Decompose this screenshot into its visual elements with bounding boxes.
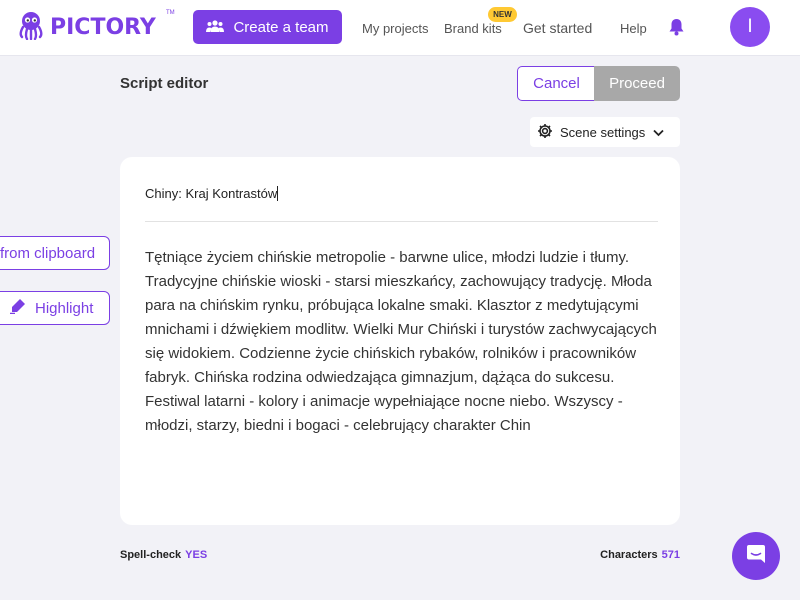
- character-count: Characters 571: [600, 549, 680, 561]
- highlighter-icon: [9, 298, 35, 318]
- pictory-logo[interactable]: PICTORY TM: [16, 10, 175, 45]
- create-team-button[interactable]: Create a team: [193, 10, 342, 44]
- scene-settings-dropdown[interactable]: Scene settings: [530, 117, 680, 147]
- highlight-label: Highlight: [35, 299, 94, 317]
- proceed-button[interactable]: Proceed: [594, 66, 680, 101]
- characters-value: 571: [661, 549, 680, 561]
- team-icon: [206, 19, 233, 36]
- bell-icon[interactable]: [668, 18, 685, 41]
- spellcheck-status: Spell-check YES: [120, 549, 207, 561]
- logo-text: PICTORY: [50, 14, 156, 40]
- paste-from-clipboard-button[interactable]: from clipboard: [0, 236, 110, 270]
- spellcheck-toggle[interactable]: YES: [185, 549, 207, 561]
- create-team-label: Create a team: [233, 18, 329, 36]
- page-title: Script editor: [120, 75, 209, 92]
- script-body-textarea[interactable]: Tętniące życiem chińskie metropolie - ba…: [145, 246, 665, 438]
- nav-help[interactable]: Help: [620, 21, 647, 36]
- new-badge: NEW: [488, 7, 517, 22]
- user-avatar[interactable]: I: [730, 7, 770, 47]
- scene-settings-label: Scene settings: [560, 124, 646, 140]
- characters-label: Characters: [600, 549, 658, 561]
- logo-trademark: TM: [166, 10, 175, 16]
- nav-brand-kits[interactable]: Brand kits: [444, 21, 502, 36]
- top-nav: PICTORY TM Create a team My projects Bra…: [0, 0, 800, 56]
- chevron-down-icon: [653, 125, 664, 140]
- chat-button[interactable]: [732, 532, 780, 580]
- gear-icon: [537, 123, 553, 142]
- script-title-input[interactable]: Chiny: Kraj Kontrastów: [145, 186, 279, 201]
- chat-icon: [745, 543, 767, 570]
- divider: [145, 221, 658, 222]
- script-editor-card: Chiny: Kraj Kontrastów Tętniące życiem c…: [120, 157, 680, 525]
- cancel-button[interactable]: Cancel: [517, 66, 595, 101]
- spellcheck-label: Spell-check: [120, 549, 182, 561]
- script-title-text: Chiny: Kraj Kontrastów: [145, 186, 278, 201]
- octopus-logo-icon: [16, 10, 46, 45]
- text-cursor: [277, 186, 279, 201]
- nav-get-started[interactable]: Get started: [523, 20, 592, 36]
- clipboard-label: from clipboard: [0, 244, 96, 262]
- highlight-button[interactable]: Highlight: [0, 291, 110, 325]
- nav-my-projects[interactable]: My projects: [362, 21, 428, 36]
